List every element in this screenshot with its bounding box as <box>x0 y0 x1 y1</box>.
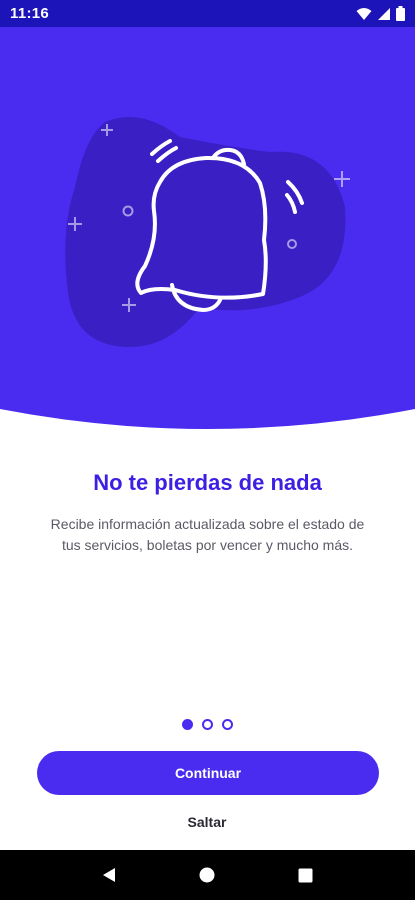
wifi-icon <box>356 7 372 20</box>
onboarding-title: No te pierdas de nada <box>93 470 322 495</box>
continue-button[interactable]: Continuar <box>37 751 379 795</box>
home-button[interactable] <box>187 855 227 895</box>
status-icons <box>356 6 405 21</box>
page-indicator <box>0 719 415 730</box>
hero-illustration <box>0 27 415 429</box>
page-dot-3 <box>222 719 233 730</box>
back-button[interactable] <box>89 855 129 895</box>
recents-button[interactable] <box>286 855 326 895</box>
signal-icon <box>378 7 390 20</box>
page-dot-1 <box>182 719 193 730</box>
navigation-bar <box>0 850 415 900</box>
home-icon <box>199 867 215 883</box>
onboarding-description: Recibe información actualizada sobre el … <box>50 516 365 553</box>
status-time: 11:16 <box>10 5 50 22</box>
recents-icon <box>298 868 313 882</box>
skip-button[interactable]: Saltar <box>157 808 257 836</box>
page-dot-2 <box>202 719 213 730</box>
status-bar: 11:16 <box>0 0 415 27</box>
battery-icon <box>396 6 405 21</box>
back-icon <box>103 868 116 882</box>
